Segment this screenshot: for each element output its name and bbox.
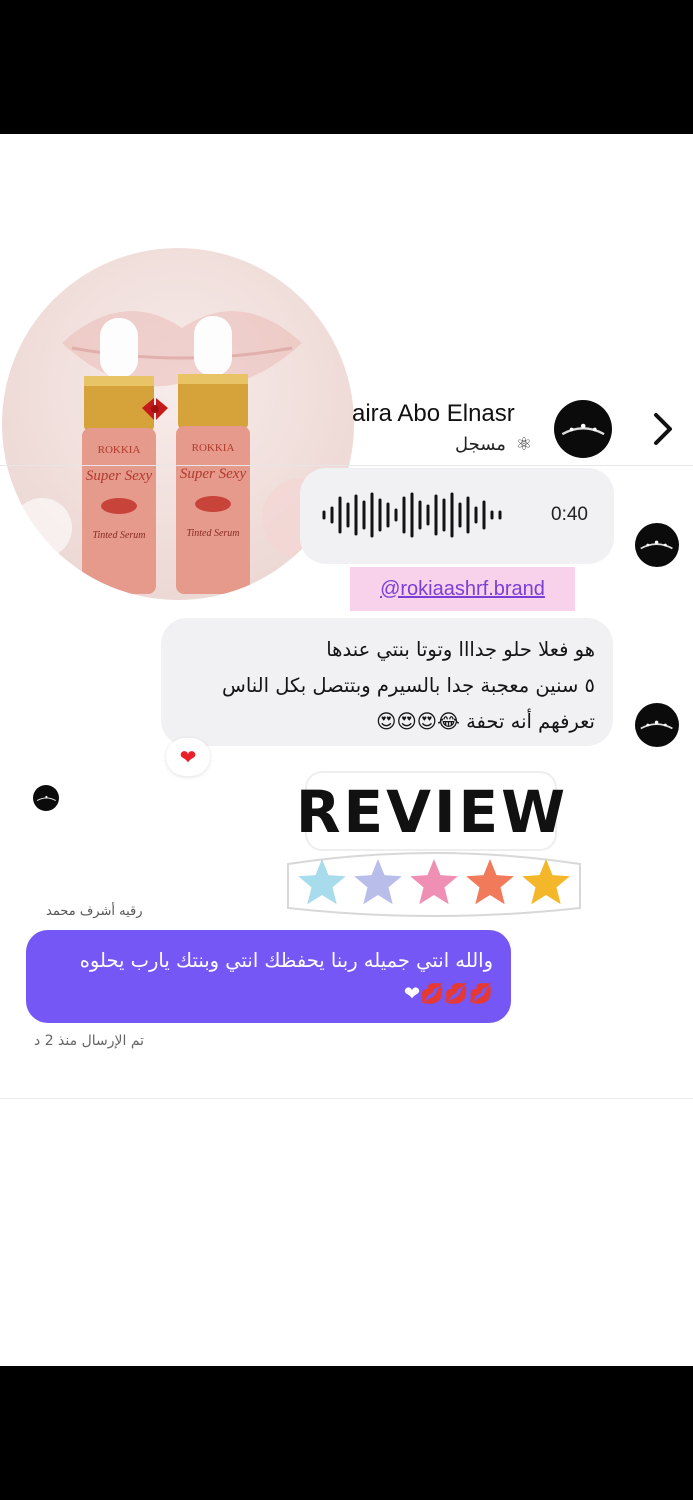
- message-line: والله انتي جميله ربنا يحفظك انتي وبنتك ي…: [79, 949, 493, 972]
- message-line: هو فعلا حلو جدااا وتوتا بنتي عندها: [326, 638, 595, 661]
- contact-status: ⚛ مسجل: [455, 434, 532, 455]
- voice-message-bubble[interactable]: 0:40: [300, 468, 614, 564]
- bottom-divider: [0, 1098, 693, 1099]
- review-text: REVIEW: [296, 778, 568, 846]
- sent-status: تم الإرسال منذ 2 د: [34, 1033, 145, 1049]
- sender-avatar[interactable]: [635, 703, 679, 747]
- bottle2-brand-label: ROKKIA: [192, 442, 235, 454]
- message-line: تعرفهم أنه تحفة 😂😍😍😍: [376, 710, 595, 733]
- viewer-avatar[interactable]: [33, 785, 59, 811]
- sender-avatar[interactable]: [635, 523, 679, 567]
- text-message-bubble[interactable]: هو فعلا حلو جدااا وتوتا بنتي عندها ٥ سني…: [161, 618, 613, 746]
- bottle-brand-label: ROKKIA: [98, 444, 141, 456]
- review-sticker: REVIEW: [287, 771, 581, 917]
- bottle2-product-label: Super Sexy: [180, 466, 247, 482]
- tiara-icon: [640, 540, 674, 550]
- bottle2-subtitle-label: Tinted Serum: [186, 528, 239, 539]
- brand-mention-link[interactable]: @rokiaashrf.brand: [350, 567, 575, 611]
- verified-icon: ⚛: [515, 434, 532, 455]
- chat-screen: ROKKIA Super Sexy Tinted Serum ROKKIA Su…: [0, 134, 693, 1366]
- header-divider: [0, 465, 693, 466]
- contact-avatar[interactable]: [554, 400, 612, 458]
- tiara-icon: [36, 795, 56, 801]
- bottle-subtitle-label: Tinted Serum: [92, 530, 145, 541]
- heart-reaction[interactable]: ❤: [166, 738, 210, 776]
- sender-name: رقيه أشرف محمد: [46, 904, 143, 919]
- message-line: 💋💋💋❤: [403, 982, 493, 1005]
- tiara-icon: [640, 720, 674, 730]
- contact-status-label: مسجل: [455, 434, 506, 455]
- chevron-right-icon[interactable]: [645, 409, 681, 449]
- sent-message-bubble[interactable]: والله انتي جميله ربنا يحفظك انتي وبنتك ي…: [26, 930, 511, 1023]
- message-line: ٥ سنين معجبة جدا بالسيرم وبتتصل بكل النا…: [222, 674, 595, 697]
- voice-duration: 0:40: [551, 504, 588, 525]
- audio-waveform[interactable]: [320, 490, 520, 540]
- bottle-product-label: Super Sexy: [86, 468, 153, 484]
- tiara-icon: [561, 423, 605, 435]
- contact-name[interactable]: aira Abo Elnasr: [352, 400, 515, 428]
